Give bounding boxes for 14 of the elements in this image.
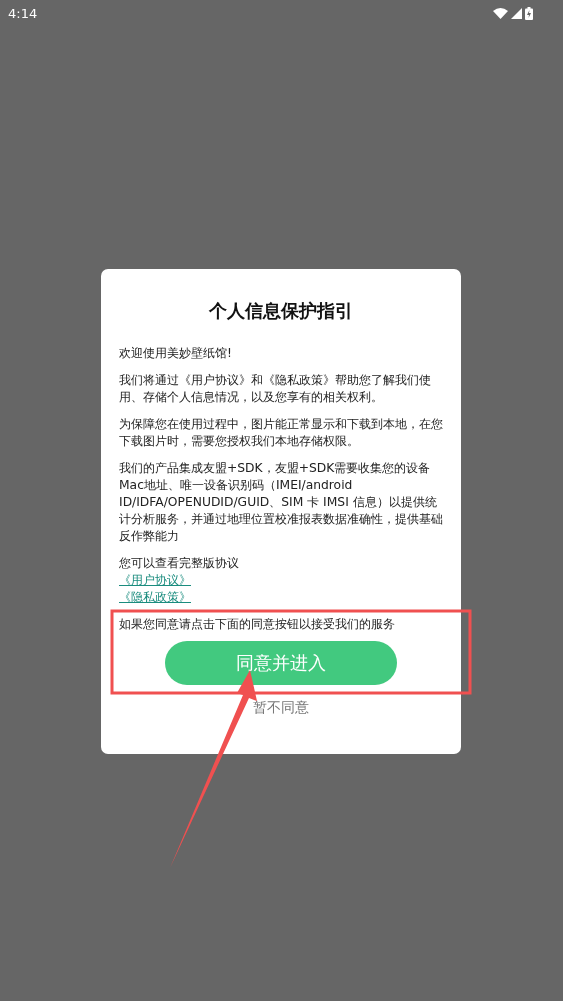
- agreement-link[interactable]: 《隐私政策》: [119, 589, 191, 606]
- agreement-link[interactable]: 《用户协议》: [119, 572, 191, 589]
- dialog-title: 个人信息保护指引: [209, 299, 353, 323]
- clock-time: 4:14: [8, 5, 39, 21]
- closing-text: 如果您同意请点击下面的同意按钮以接受我们的服务: [119, 616, 396, 633]
- decline-button[interactable]: 暂不同意: [253, 699, 309, 715]
- battery-icon: [525, 6, 533, 20]
- body-paragraph: 欢迎使用美妙壁纸馆!: [119, 345, 233, 362]
- body-paragraph: 我们的产品集成友盟+SDK，友盟+SDK需要收集您的设备Mac地址、唯一设备识别码（IMEI/android ID/IDFA/OPENUDID/GUID、SIM 卡 IMSI 信息）以提供统计分析服务，并通过地理位置校准报表数据准确性，提供基础反作弊能力: [119, 460, 444, 545]
- links-intro: 您可以查看完整版协议: [119, 555, 240, 572]
- wifi-icon: [493, 7, 508, 19]
- signal-icon: [511, 7, 522, 19]
- body-paragraph: 我们将通过《用户协议》和《隐私政策》帮助您了解我们使用、存储个人信息情况，以及您享有的相关权利。: [119, 372, 432, 406]
- body-paragraph: 为保障您在使用过程中，图片能正常显示和下载到本地，在您下载图片时，需要您授权我们本地存储权限。: [119, 416, 444, 450]
